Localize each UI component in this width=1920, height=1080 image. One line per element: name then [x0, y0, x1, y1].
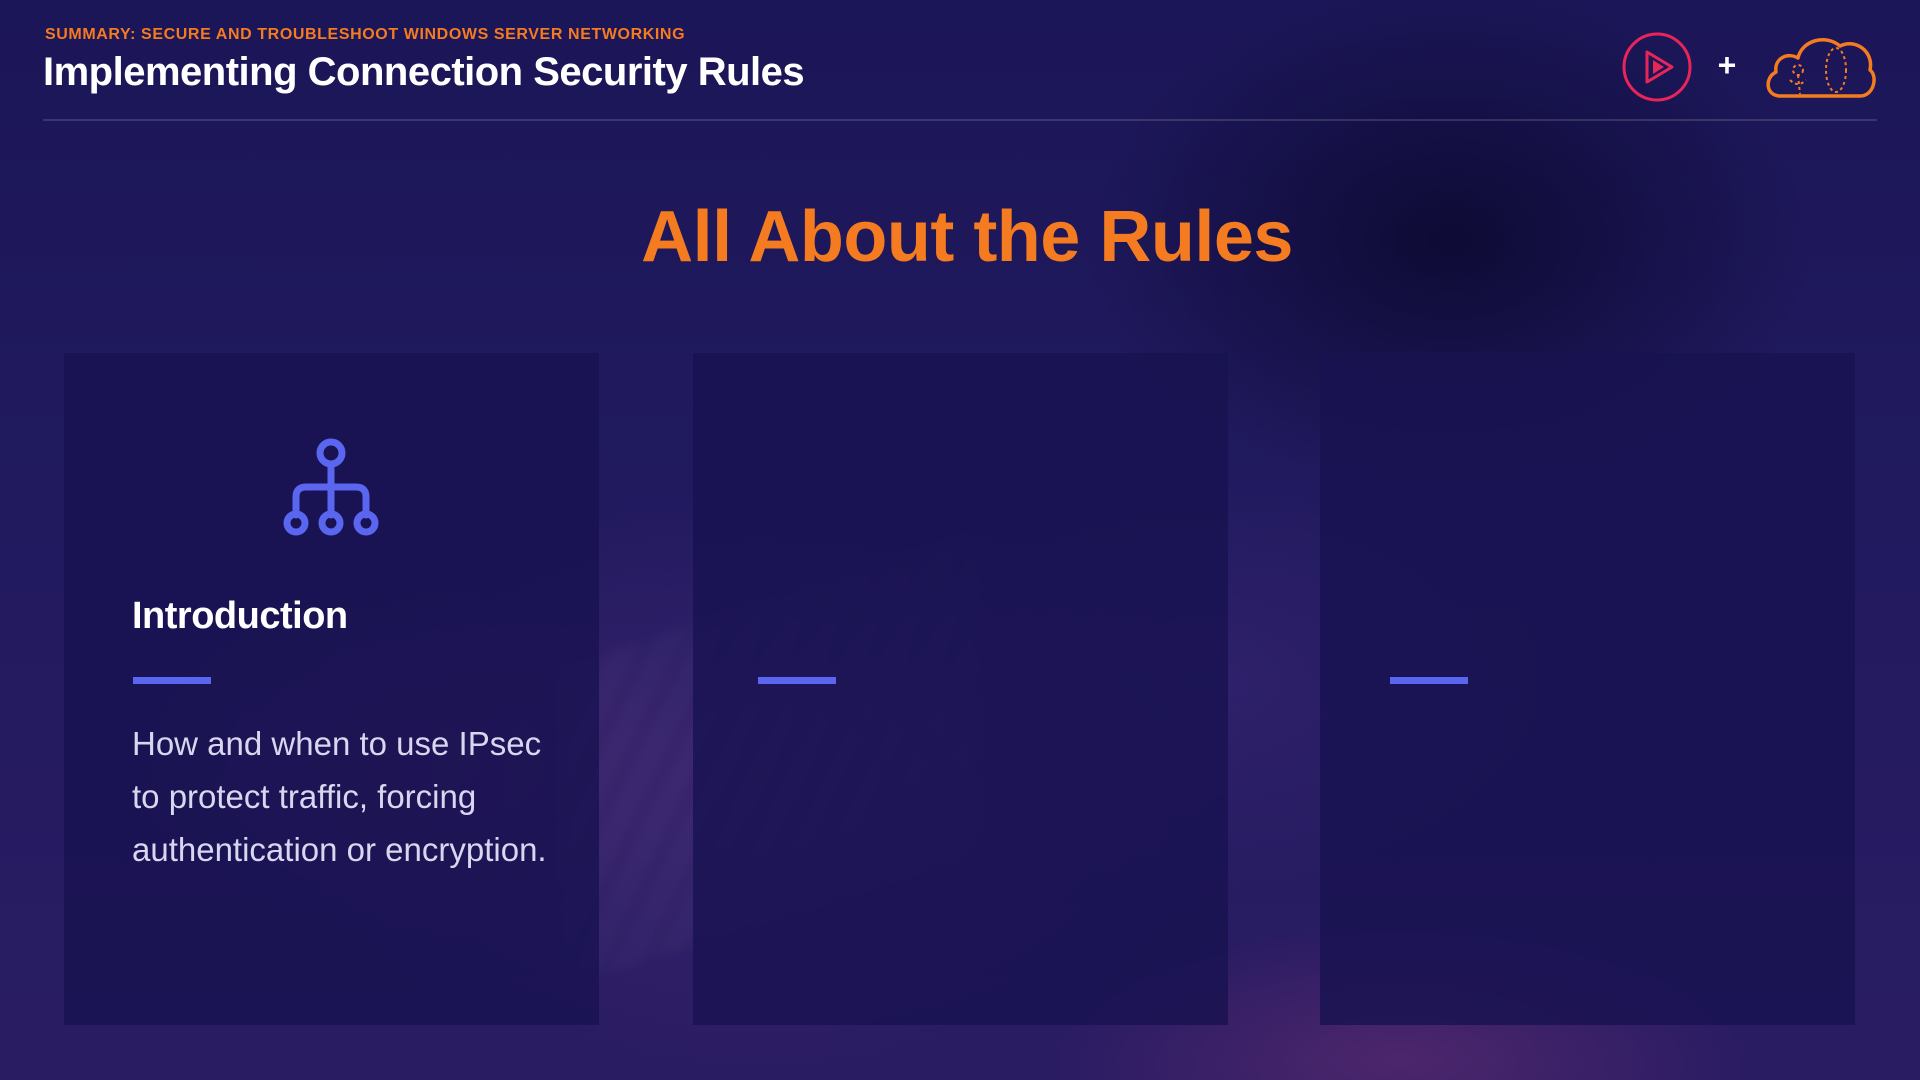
slide-title: All About the Rules	[641, 197, 1293, 277]
header-divider	[43, 119, 1877, 121]
card-accent-bar	[133, 677, 211, 684]
card-placeholder-3	[1320, 353, 1855, 1025]
header-title: Implementing Connection Security Rules	[43, 50, 805, 94]
header-subtitle: SUMMARY: SECURE AND TROUBLESHOOT WINDOWS…	[45, 26, 686, 43]
card-heading: Introduction	[132, 595, 348, 637]
card-description: How and when to use IPsec to protect tra…	[132, 725, 547, 868]
card-placeholder-2	[693, 353, 1228, 1025]
card-accent-bar	[1390, 677, 1468, 684]
hierarchy-icon	[283, 438, 379, 536]
card-introduction: Introduction How and when to use IPsec t…	[64, 353, 599, 1025]
plus-sign: +	[1717, 47, 1737, 83]
card-accent-bar	[758, 677, 836, 684]
cloud-logo-icon	[1766, 38, 1876, 98]
play-logo-icon	[1622, 32, 1692, 102]
